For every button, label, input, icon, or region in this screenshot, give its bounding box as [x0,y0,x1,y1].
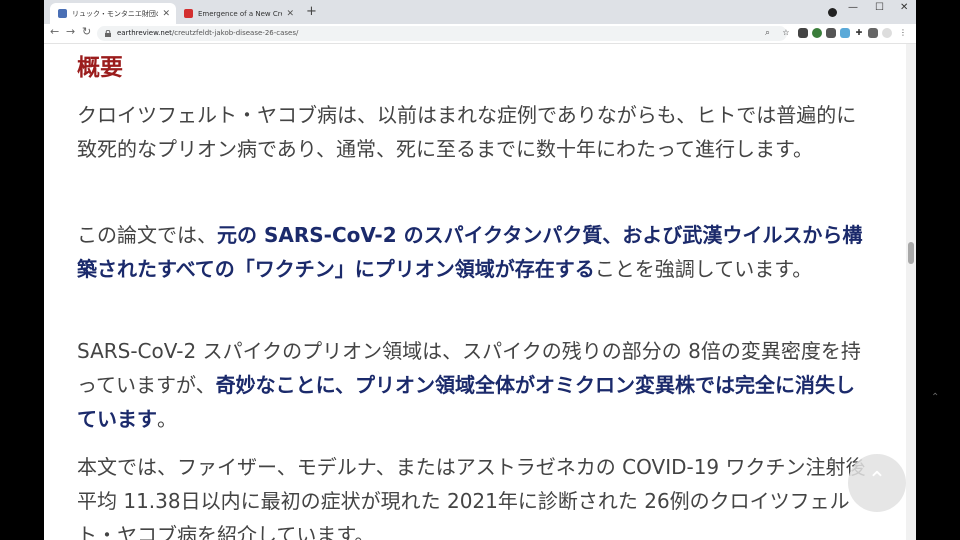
body-text: ことを強調しています。 [594,257,813,281]
back-to-top-button[interactable]: ⌃ [848,454,906,512]
reload-icon[interactable]: ↻ [82,25,91,38]
url-text: earthreview.net/creutzfeldt-jakob-diseas… [117,29,299,37]
extension-icon[interactable] [812,28,822,38]
forward-icon[interactable]: → [66,25,75,38]
avatar[interactable] [882,28,892,38]
tab-creutzfeldt[interactable]: Emergence of a New Creutzfeldt ✕ [176,3,300,24]
menu-icon[interactable]: ⋮ [898,28,908,38]
tab-strip: リュック・モンタニエ財団の科学者た ✕ Emergence of a New C… [44,0,916,24]
tab-title: リュック・モンタニエ財団の科学者た [72,9,158,18]
chevron-up-icon: ⌃ [931,392,940,403]
tab-montagnier[interactable]: リュック・モンタニエ財団の科学者た ✕ [50,3,176,24]
site-favicon-icon [184,9,193,18]
zoom-icon[interactable]: ⌕ [765,26,770,41]
body-text: 。 [157,407,177,431]
minimize-icon[interactable]: — [848,2,858,13]
scrollbar-thumb[interactable] [908,242,914,264]
extension-icon[interactable] [868,28,878,38]
close-tab-icon[interactable]: ✕ [162,9,170,19]
extension-icon[interactable] [840,28,850,38]
page-content: 概要 クロイツフェルト・ヤコブ病は、以前はまれな症例でありながらも、ヒトでは普遍… [44,44,906,540]
bookmark-star-icon[interactable]: ☆ [781,28,791,38]
body-text: クロイツフェルト・ヤコブ病は、以前はまれな症例でありながらも、ヒトでは普遍的に致… [77,103,857,161]
extension-icon[interactable] [798,28,808,38]
scrollbar[interactable] [906,44,916,540]
close-window-icon[interactable]: ✕ [900,2,908,13]
address-bar[interactable]: earthreview.net/creutzfeldt-jakob-diseas… [97,26,787,41]
paragraph-4: 本文では、ファイザー、モデルナ、またはアストラゼネカの COVID-19 ワクチ… [77,450,867,540]
extension-icon[interactable] [826,28,836,38]
new-tab-button[interactable]: + [306,4,317,19]
chevron-up-icon: ⌃ [867,468,887,493]
body-text: 本文では、ファイザー、モデルナ、またはアストラゼネカの COVID-19 ワクチ… [77,455,866,540]
paragraph-3: SARS-CoV-2 スパイクのプリオン領域は、スパイクの残りの部分の 8倍の変… [77,334,867,436]
puzzle-icon[interactable]: ✚ [854,28,864,38]
maximize-icon[interactable]: ☐ [875,2,884,13]
body-text: この論文では、 [77,223,217,247]
back-icon[interactable]: ← [50,25,59,38]
lock-icon [105,30,111,37]
close-tab-icon[interactable]: ✕ [286,9,294,19]
paragraph-1: クロイツフェルト・ヤコブ病は、以前はまれな症例でありながらも、ヒトでは普遍的に致… [77,98,867,166]
letterbox-left [0,0,44,540]
browser-window: リュック・モンタニエ財団の科学者た ✕ Emergence of a New C… [44,0,916,540]
tab-title: Emergence of a New Creutzfeldt [198,9,282,18]
section-heading: 概要 [77,55,123,81]
record-icon [828,8,837,17]
browser-toolbar: ← → ↻ earthreview.net/creutzfeldt-jakob-… [44,24,916,44]
paragraph-2: この論文では、元の SARS-CoV-2 のスパイクタンパク質、および武漢ウイル… [77,218,867,286]
letterbox-right [916,0,960,540]
site-favicon-icon [58,9,67,18]
